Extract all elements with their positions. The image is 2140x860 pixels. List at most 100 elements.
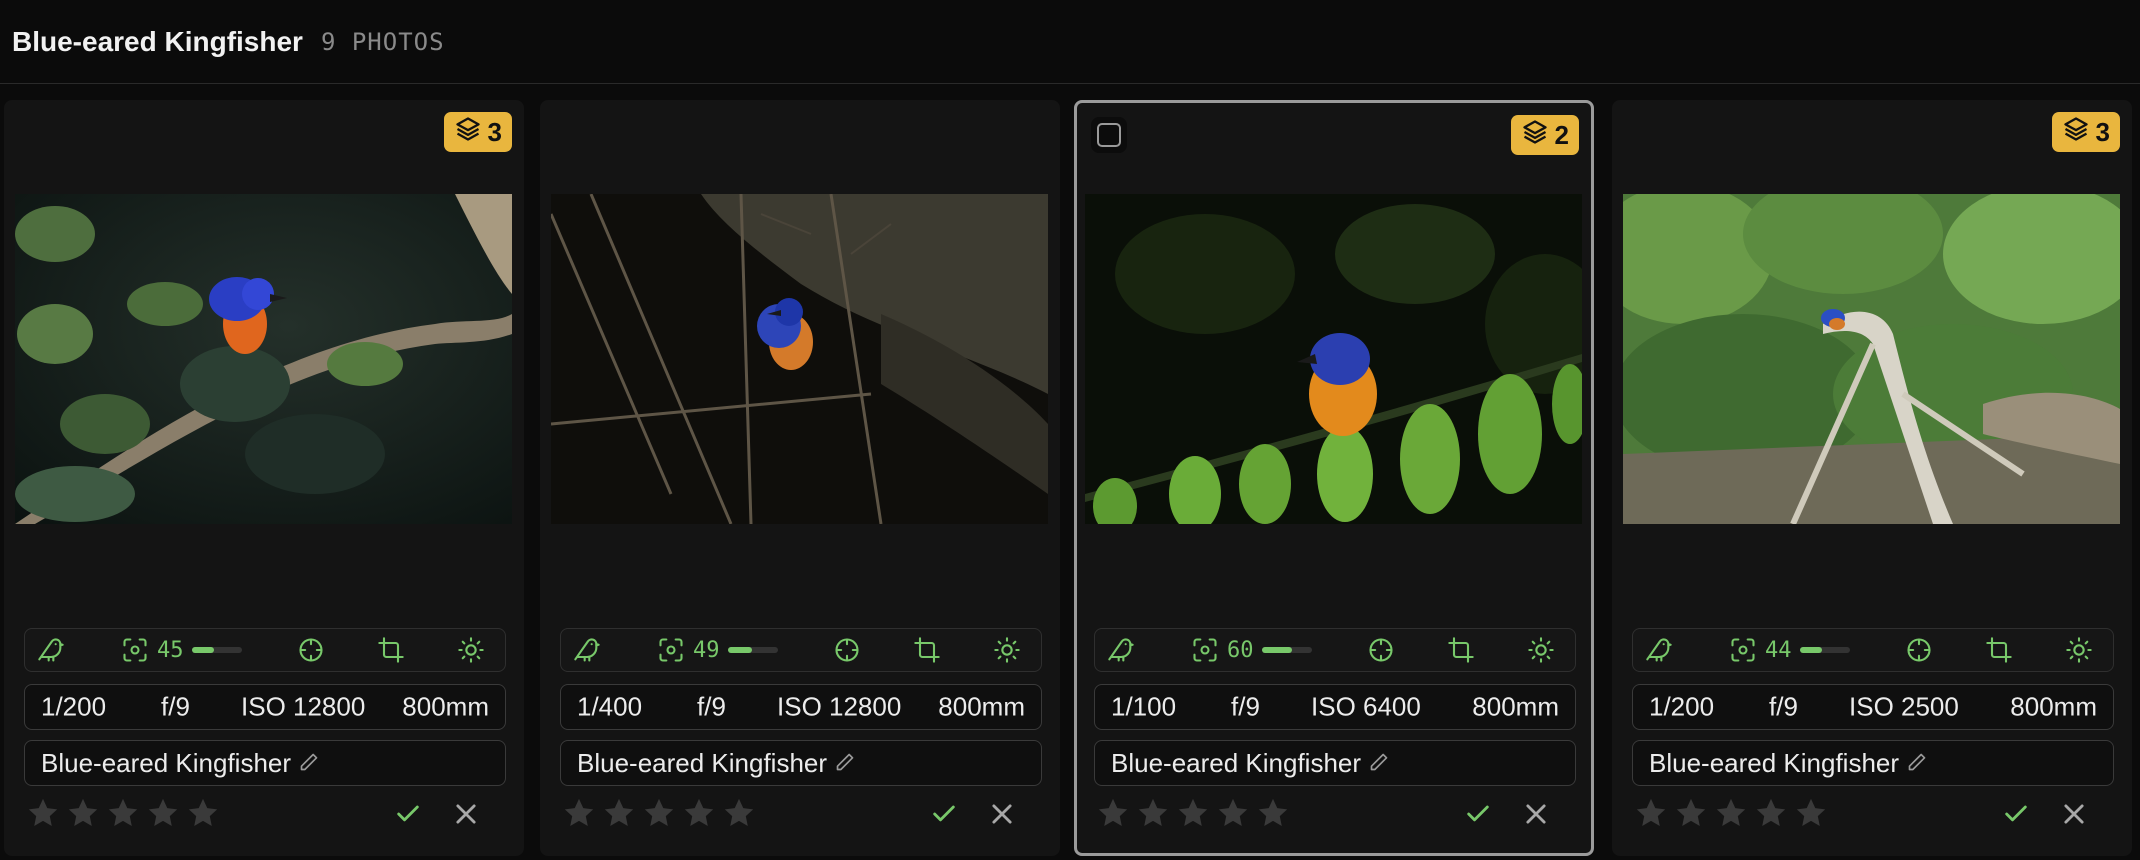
layers-icon <box>2062 115 2090 150</box>
crop-icon[interactable] <box>1447 636 1475 664</box>
star-icon[interactable] <box>1634 796 1668 830</box>
species-field[interactable]: Blue-eared Kingfisher <box>1094 740 1576 786</box>
star-icon[interactable] <box>1714 796 1748 830</box>
iso: ISO 12800 <box>241 691 366 722</box>
stack-badge[interactable]: 3 <box>2051 112 2120 152</box>
focus-level-bar <box>1261 647 1312 653</box>
star-rating <box>562 796 756 830</box>
star-icon[interactable] <box>1674 796 1708 830</box>
photo-thumbnail[interactable] <box>1623 194 2120 524</box>
stack-badge[interactable]: 3 <box>443 112 512 152</box>
star-icon[interactable] <box>642 796 676 830</box>
bird-icon[interactable] <box>573 636 601 664</box>
photo-toolbar: 45 <box>24 628 506 672</box>
iso: ISO 2500 <box>1849 691 1959 722</box>
photo-card[interactable]: 49 1/400 f/9 ISO 12800 800mm Blue-eared … <box>540 100 1060 856</box>
crosshair-icon[interactable] <box>833 636 861 664</box>
check-icon <box>1467 805 1489 822</box>
focus-frame-icon <box>1729 636 1757 664</box>
star-icon[interactable] <box>602 796 636 830</box>
photo-toolbar: 49 <box>560 628 1042 672</box>
species-label: Blue-eared Kingfisher <box>1111 747 1362 778</box>
iso: ISO 12800 <box>777 691 902 722</box>
star-icon[interactable] <box>1794 796 1828 830</box>
focus-level-bar <box>191 647 242 653</box>
accept-button[interactable] <box>2002 800 2030 828</box>
photo-thumbnail[interactable] <box>15 194 512 524</box>
stack-badge[interactable]: 2 <box>1510 115 1579 155</box>
accept-button[interactable] <box>394 800 422 828</box>
shutter-speed: 1/400 <box>577 691 643 722</box>
star-icon[interactable] <box>26 796 60 830</box>
focus-value: 45 <box>157 637 184 663</box>
page-title: Blue-eared Kingfisher <box>12 25 303 57</box>
exif-info: 1/200 f/9 ISO 2500 800mm <box>1632 684 2114 730</box>
photo-card[interactable]: 3 <box>1612 100 2132 856</box>
focus-value: 60 <box>1227 637 1254 663</box>
sun-icon[interactable] <box>457 636 485 664</box>
crosshair-icon[interactable] <box>297 636 325 664</box>
photo-thumbnail[interactable] <box>551 194 1048 524</box>
pencil-icon[interactable] <box>835 748 855 779</box>
star-icon[interactable] <box>186 796 220 830</box>
check-icon <box>397 805 419 822</box>
star-icon[interactable] <box>722 796 756 830</box>
star-icon[interactable] <box>146 796 180 830</box>
close-icon <box>1526 804 1546 824</box>
focus-score[interactable]: 44 <box>1729 636 1850 664</box>
reject-button[interactable] <box>2060 800 2088 828</box>
focus-score[interactable]: 60 <box>1191 636 1312 664</box>
pencil-icon[interactable] <box>1907 748 1927 779</box>
sun-icon[interactable] <box>2065 636 2093 664</box>
shutter-speed: 1/100 <box>1111 691 1177 722</box>
exif-info: 1/100 f/9 ISO 6400 800mm <box>1094 684 1576 730</box>
bird-icon[interactable] <box>37 636 65 664</box>
crop-icon[interactable] <box>1985 636 2013 664</box>
star-icon[interactable] <box>1256 796 1290 830</box>
select-checkbox[interactable] <box>1091 117 1127 153</box>
species-field[interactable]: Blue-eared Kingfisher <box>24 740 506 786</box>
pencil-icon[interactable] <box>299 748 319 779</box>
stack-count: 3 <box>487 116 502 147</box>
star-icon[interactable] <box>1216 796 1250 830</box>
sun-icon[interactable] <box>1527 636 1555 664</box>
stack-count: 2 <box>1554 119 1569 150</box>
bird-icon[interactable] <box>1645 636 1673 664</box>
photo-card[interactable]: 3 <box>4 100 524 856</box>
species-label: Blue-eared Kingfisher <box>41 747 292 778</box>
sun-icon[interactable] <box>993 636 1021 664</box>
species-field[interactable]: Blue-eared Kingfisher <box>1632 740 2114 786</box>
star-icon[interactable] <box>66 796 100 830</box>
crosshair-icon[interactable] <box>1367 636 1395 664</box>
crop-icon[interactable] <box>377 636 405 664</box>
star-icon[interactable] <box>1176 796 1210 830</box>
photo-count: 9 PHOTOS <box>320 27 445 56</box>
photo-thumbnail[interactable] <box>1085 194 1582 524</box>
crosshair-icon[interactable] <box>1905 636 1933 664</box>
crop-icon[interactable] <box>913 636 941 664</box>
reject-button[interactable] <box>988 800 1016 828</box>
focus-level-bar <box>727 647 778 653</box>
star-icon[interactable] <box>682 796 716 830</box>
star-icon[interactable] <box>1754 796 1788 830</box>
star-icon[interactable] <box>1096 796 1130 830</box>
focus-score[interactable]: 45 <box>121 636 242 664</box>
focal-length: 800mm <box>938 691 1025 722</box>
star-rating <box>1096 796 1290 830</box>
star-icon[interactable] <box>1136 796 1170 830</box>
bird-icon[interactable] <box>1107 636 1135 664</box>
star-icon[interactable] <box>562 796 596 830</box>
iso: ISO 6400 <box>1311 691 1421 722</box>
species-field[interactable]: Blue-eared Kingfisher <box>560 740 1042 786</box>
focus-score[interactable]: 49 <box>657 636 778 664</box>
photo-card-selected[interactable]: 2 60 1/100 f/9 ISO 6400 800mm Blue-eared… <box>1074 100 1594 856</box>
accept-button[interactable] <box>930 800 958 828</box>
shutter-speed: 1/200 <box>1649 691 1715 722</box>
reject-button[interactable] <box>452 800 480 828</box>
check-icon <box>2005 805 2027 822</box>
pencil-icon[interactable] <box>1369 748 1389 779</box>
reject-button[interactable] <box>1522 800 1550 828</box>
star-icon[interactable] <box>106 796 140 830</box>
accept-button[interactable] <box>1464 800 1492 828</box>
exif-info: 1/200 f/9 ISO 12800 800mm <box>24 684 506 730</box>
